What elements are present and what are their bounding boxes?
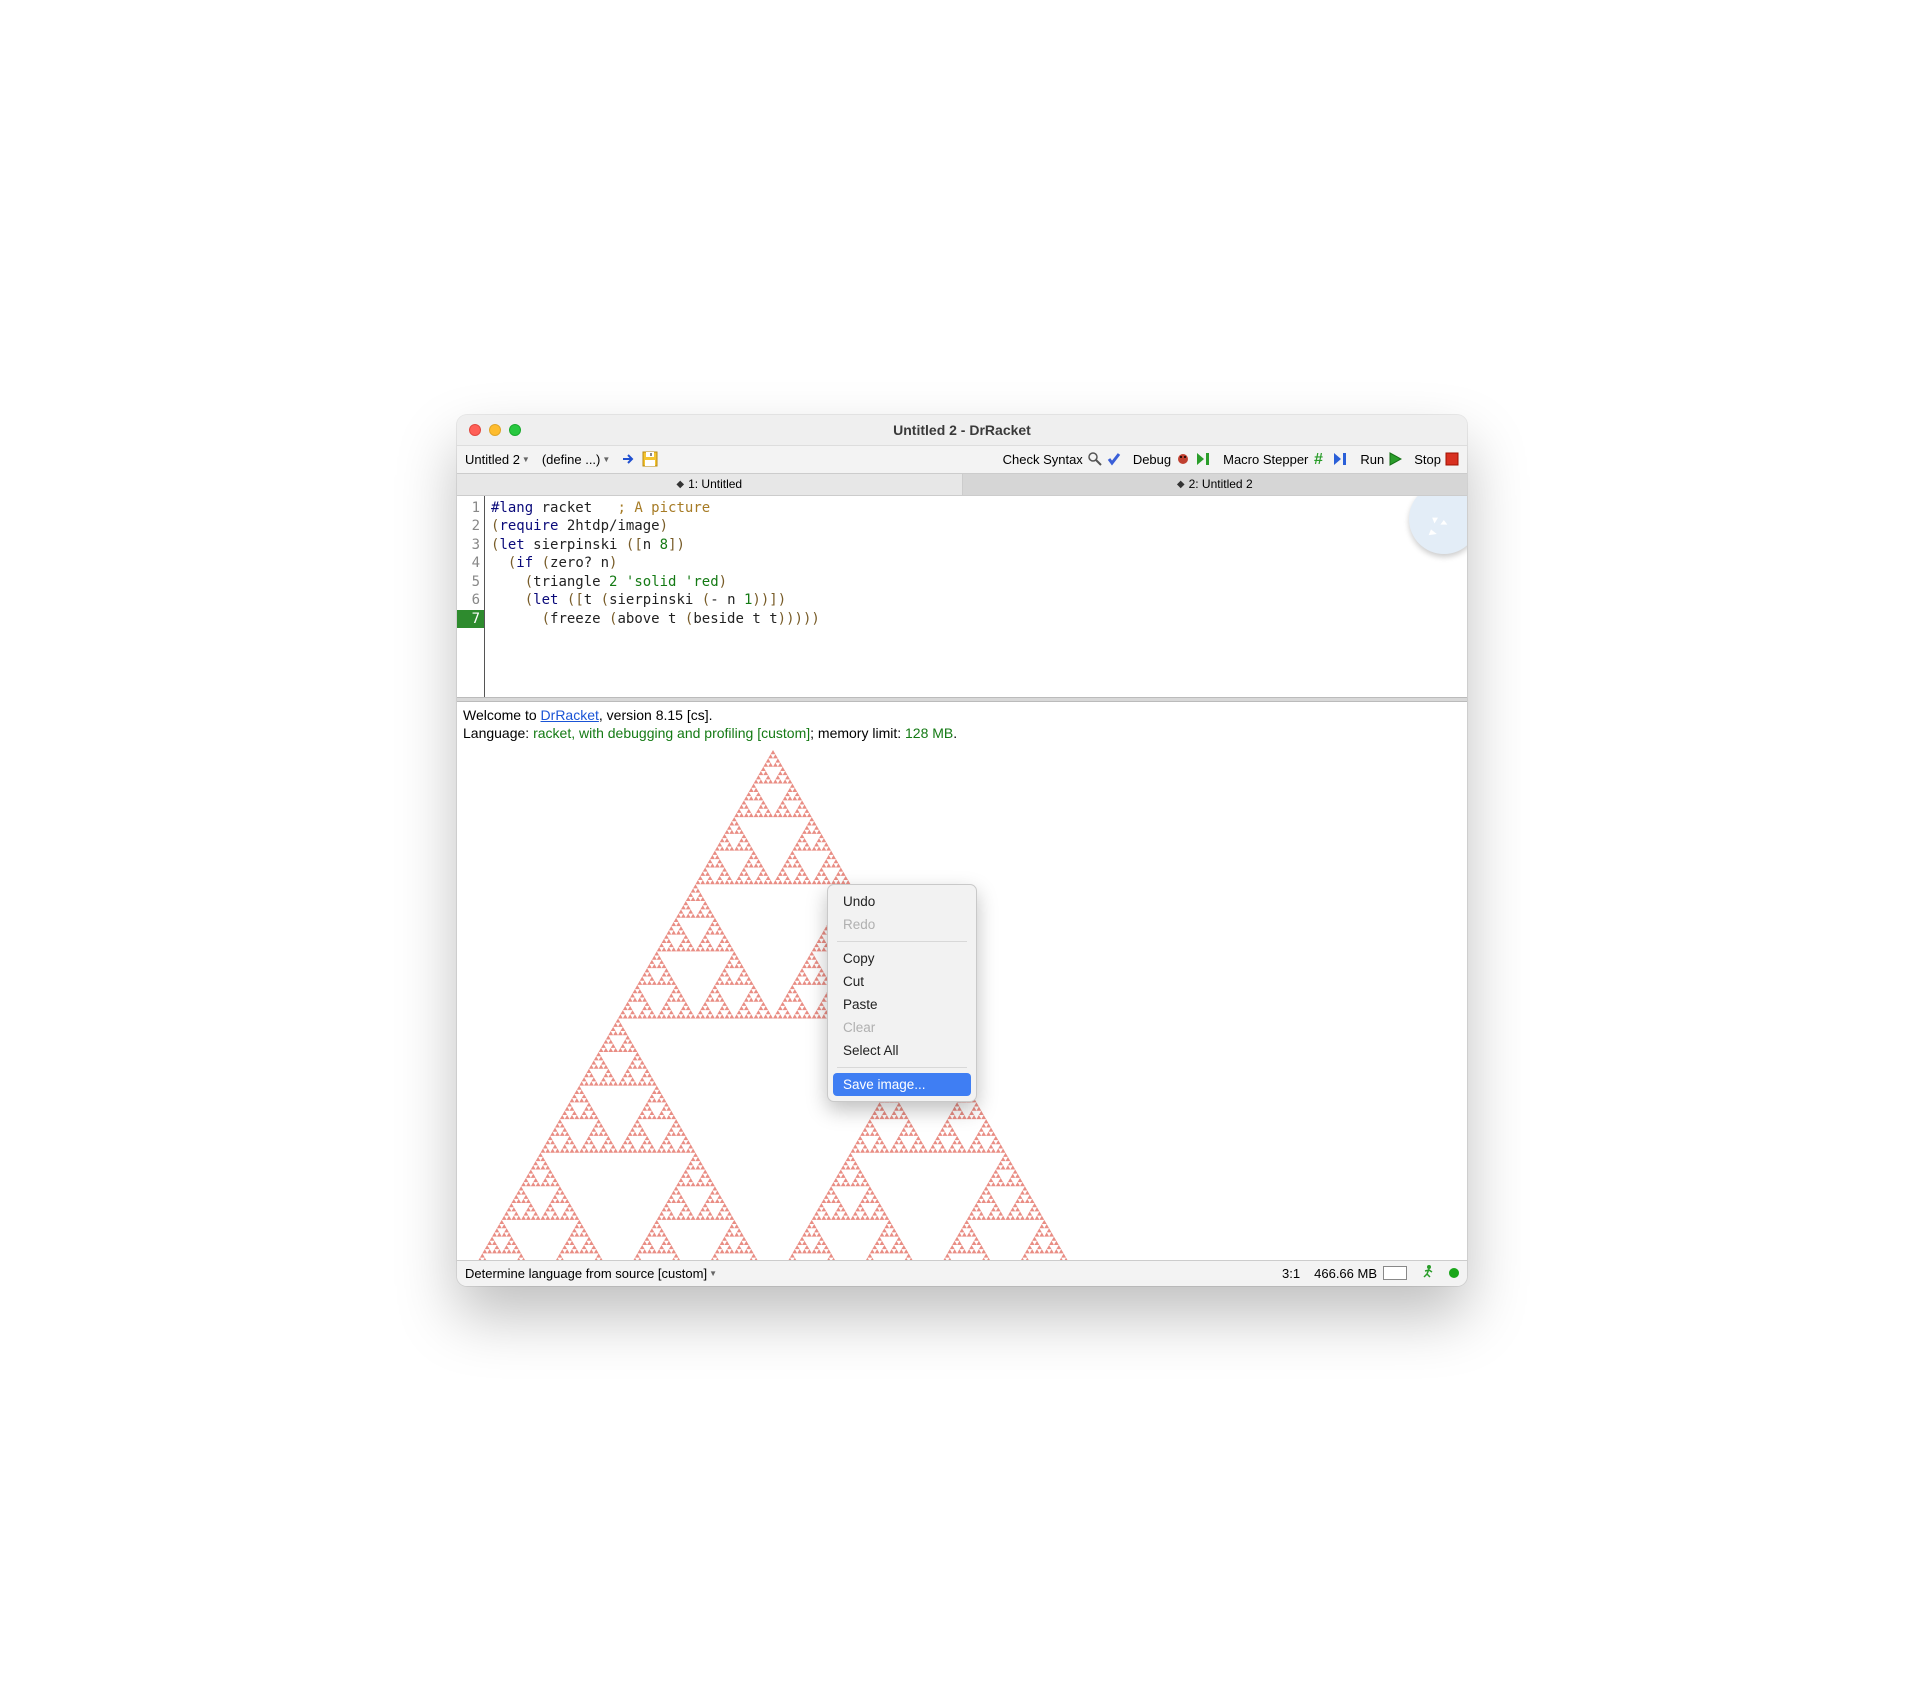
- hash-icon: #: [1312, 451, 1328, 467]
- tab-1[interactable]: ◆ 1: Untitled: [457, 474, 963, 495]
- cursor-position: 3:1: [1282, 1266, 1300, 1281]
- stop-button[interactable]: Stop: [1414, 452, 1459, 467]
- define-dropdown-label: (define ...): [542, 452, 601, 467]
- stop-label: Stop: [1414, 452, 1441, 467]
- language-dropdown-label: Determine language from source [custom]: [465, 1266, 707, 1281]
- define-dropdown[interactable]: (define ...) ▼: [542, 452, 610, 467]
- tab-1-label: 1: Untitled: [688, 477, 742, 491]
- code-area[interactable]: #lang racket ; A picture(require 2htdp/i…: [485, 496, 826, 697]
- step-end-icon: [1332, 451, 1348, 467]
- context-item-redo: Redo: [833, 913, 971, 936]
- memory-gauge: [1383, 1266, 1407, 1280]
- drracket-link[interactable]: DrRacket: [541, 707, 599, 723]
- file-dropdown[interactable]: Untitled 2▼: [465, 452, 530, 467]
- context-item-clear: Clear: [833, 1016, 971, 1039]
- step-end-icon: [1195, 451, 1211, 467]
- tab-bar: ◆ 1: Untitled ◆ 2: Untitled 2: [457, 473, 1467, 495]
- period: .: [953, 725, 957, 741]
- context-menu: UndoRedo CopyCutPasteClearSelect All Save …: [827, 884, 977, 1102]
- toolbar: Untitled 2▼ (define ...) ▼ Check Syntax …: [457, 445, 1467, 473]
- welcome-prefix: Welcome to: [463, 707, 541, 723]
- svg-text:#: #: [1314, 451, 1323, 467]
- tab-2-label: 2: Untitled 2: [1189, 477, 1253, 491]
- context-item-paste[interactable]: Paste: [833, 993, 971, 1016]
- sierpinski-triangle: [463, 750, 1083, 1260]
- check-icon: [1107, 452, 1121, 466]
- context-item-copy[interactable]: Copy: [833, 947, 971, 970]
- definitions-editor[interactable]: 1234567 #lang racket ; A picture(require…: [457, 495, 1467, 697]
- welcome-suffix: , version 8.15 [cs].: [599, 707, 713, 723]
- debug-button[interactable]: Debug: [1133, 451, 1211, 467]
- context-separator: [837, 1067, 967, 1068]
- floppy-icon: [642, 451, 658, 467]
- status-bar: Determine language from source [custom] …: [457, 1260, 1467, 1286]
- play-icon: [1388, 452, 1402, 466]
- context-item-undo[interactable]: Undo: [833, 890, 971, 913]
- memory-label: ; memory limit:: [810, 725, 905, 741]
- language-dropdown[interactable]: Determine language from source [custom] …: [465, 1266, 717, 1281]
- stop-icon: [1445, 452, 1459, 466]
- context-item-cut[interactable]: Cut: [833, 970, 971, 993]
- magnifier-icon: [1087, 451, 1103, 467]
- titlebar: Untitled 2 - DrRacket: [457, 415, 1467, 445]
- context-separator: [837, 941, 967, 942]
- memory-value: 128 MB: [905, 725, 953, 741]
- check-syntax-button[interactable]: Check Syntax: [1003, 451, 1121, 467]
- bug-icon: [1175, 451, 1191, 467]
- diamond-icon: ◆: [1177, 479, 1185, 490]
- check-syntax-label: Check Syntax: [1003, 452, 1083, 467]
- app-window: Untitled 2 - DrRacket Untitled 2▼ (defin…: [457, 415, 1467, 1286]
- file-dropdown-label: Untitled 2: [465, 452, 520, 467]
- macro-stepper-button[interactable]: Macro Stepper #: [1223, 451, 1348, 467]
- recycle-icon: [1424, 513, 1452, 541]
- language-label: Language:: [463, 725, 533, 741]
- context-item-select-all[interactable]: Select All: [833, 1039, 971, 1062]
- line-number-gutter: 1234567: [457, 496, 485, 697]
- recycle-badge[interactable]: [1409, 495, 1467, 554]
- context-item-save-image[interactable]: Save image...: [833, 1073, 971, 1096]
- run-button[interactable]: Run: [1360, 452, 1402, 467]
- macro-stepper-label: Macro Stepper: [1223, 452, 1308, 467]
- memory-usage: 466.66 MB: [1314, 1266, 1377, 1281]
- language-value: racket, with debugging and profiling [cu…: [533, 725, 810, 741]
- debug-label: Debug: [1133, 452, 1171, 467]
- save-button[interactable]: [622, 451, 658, 467]
- diamond-icon: ◆: [676, 479, 684, 490]
- interactions-pane[interactable]: Welcome to DrRacket, version 8.15 [cs]. …: [457, 702, 1467, 1260]
- window-title: Untitled 2 - DrRacket: [457, 422, 1467, 438]
- memory-status[interactable]: 466.66 MB: [1314, 1266, 1407, 1281]
- running-man-icon[interactable]: [1421, 1265, 1435, 1281]
- output-image[interactable]: [463, 750, 1083, 1260]
- gc-indicator: [1449, 1268, 1459, 1278]
- run-label: Run: [1360, 452, 1384, 467]
- repl-welcome: Welcome to DrRacket, version 8.15 [cs]. …: [457, 702, 1467, 746]
- tab-2[interactable]: ◆ 2: Untitled 2: [963, 474, 1468, 495]
- arrow-icon: [622, 451, 638, 467]
